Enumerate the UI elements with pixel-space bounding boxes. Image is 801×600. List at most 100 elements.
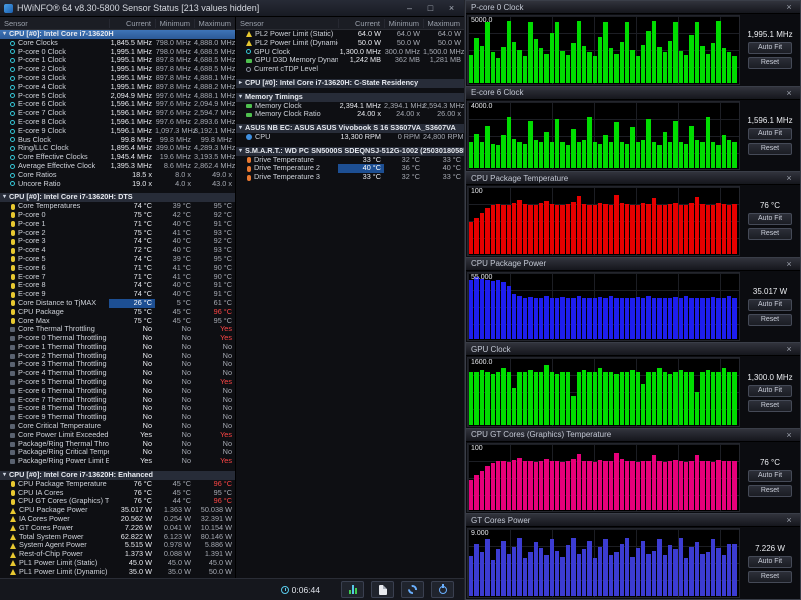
reset-button[interactable]: Reset (748, 228, 792, 241)
sensor-row[interactable]: Core Max 75 °C 45 °C 95 °C (0, 316, 235, 326)
reset-button[interactable]: Reset (748, 570, 792, 583)
sensor-row[interactable]: Core Distance to TjMAX 26 °C 5 °C 61 °C (0, 298, 235, 308)
sensor-row[interactable]: P-core 1 71 °C 40 °C 91 °C (0, 219, 235, 229)
graph-toolbar-button[interactable] (341, 581, 364, 598)
sensor-row[interactable]: CPU Package Temperature 76 °C 45 °C 96 °C (0, 479, 235, 489)
minimize-button[interactable]: – (401, 2, 418, 15)
sensor-row[interactable]: E-core 9 74 °C 40 °C 91 °C (0, 289, 235, 299)
sensor-row[interactable]: CPU 13,300 RPM 0 RPM 24,800 RPM (236, 132, 464, 142)
sensor-row[interactable]: P-core 4 72 °C 40 °C 93 °C (0, 245, 235, 255)
chevron-right-icon[interactable]: ▸ (236, 79, 245, 88)
sensor-row[interactable]: P-core 2 75 °C 41 °C 93 °C (0, 228, 235, 238)
close-icon[interactable]: × (783, 344, 795, 354)
sensor-row[interactable]: P-core 3 Thermal Throttling No No No (0, 360, 235, 369)
settings-button[interactable] (401, 581, 424, 598)
close-icon[interactable]: × (783, 2, 795, 12)
sensor-row[interactable]: P-core 0 75 °C 42 °C 92 °C (0, 210, 235, 220)
auto-fit-button[interactable]: Auto Fit (748, 299, 792, 312)
reset-button[interactable]: Reset (748, 314, 792, 327)
sensor-row[interactable]: Drive Temperature 33 °C 32 °C 33 °C (236, 155, 464, 165)
chevron-down-icon[interactable]: ▾ (0, 193, 9, 202)
sensor-row[interactable]: Drive Temperature 3 33 °C 32 °C 33 °C (236, 172, 464, 182)
sensor-row[interactable]: P-core 5 Thermal Throttling No No Yes (0, 377, 235, 387)
reset-button[interactable]: Reset (748, 57, 792, 70)
section-header[interactable]: ▸ CPU [#0]: Intel Core i7-13620H: C-State… (236, 78, 464, 88)
sensor-row[interactable]: P-core 1 Thermal Throttling No No No (0, 342, 235, 352)
sensor-row[interactable]: P-core 2 Thermal Throttling No No No (0, 351, 235, 361)
graph-titlebar[interactable]: GPU Clock × (466, 343, 800, 357)
sensor-row[interactable]: PL2 Power Limit (Static) 64.0 W 64.0 W 64.0… (236, 30, 464, 39)
chevron-down-icon[interactable]: ▾ (236, 93, 245, 102)
sensor-row[interactable]: Memory Clock 2,394.1 MHz 2,394.1 MHz 2,594.… (236, 101, 464, 111)
sensor-row[interactable]: P-core 5 74 °C 39 °C 95 °C (0, 254, 235, 264)
close-icon[interactable]: × (783, 173, 795, 183)
sensor-row[interactable]: Package/Ring Critical TemperatureNoNoNo (0, 448, 235, 457)
section-header[interactable]: ▾ S.M.A.R.T.: WD PC SN5000S SDEQNSJ-512G-… (236, 146, 464, 156)
sensor-row[interactable]: Drive Temperature 2 40 °C 36 °C 40 °C (236, 164, 464, 174)
sensor-row[interactable]: E-core 8 Thermal Throttling No No No (0, 404, 235, 413)
sensor-row[interactable]: Package/Ring Power Limit Exce... Yes No Yes (0, 456, 235, 466)
sensor-row[interactable]: E-core 8 74 °C 40 °C 91 °C (0, 281, 235, 290)
graph-titlebar[interactable]: P-core 0 Clock × (466, 1, 800, 14)
sensor-row[interactable]: E-core 9 Clock 1,596.1 MHz 1,097.3 MHz 3,19… (0, 126, 235, 136)
graph-titlebar[interactable]: GT Cores Power × (466, 514, 800, 528)
close-icon[interactable]: × (783, 259, 795, 269)
sensor-row[interactable]: CPU Package 75 °C 45 °C 96 °C (0, 307, 235, 317)
graph-titlebar[interactable]: E-core 6 Clock × (466, 86, 800, 100)
reset-button[interactable]: Reset (748, 399, 792, 412)
chevron-down-icon[interactable]: ▾ (236, 124, 245, 133)
sensor-row[interactable]: GPU D3D Memory Dynamic 1,242 MB 362 MB 1,28… (236, 56, 464, 65)
sensor-row[interactable]: E-core 7 71 °C 41 °C 90 °C (0, 272, 235, 282)
close-icon[interactable]: × (783, 515, 795, 525)
sensor-row[interactable]: IA Cores Power 20.562 W 0.254 W 32.391 W (0, 514, 235, 524)
close-icon[interactable]: × (783, 430, 795, 440)
sensor-row[interactable]: P-core 0 Thermal Throttling No No Yes (0, 333, 235, 343)
auto-fit-button[interactable]: Auto Fit (748, 42, 792, 55)
sensor-row[interactable]: Core Temperatures 74 °C 39 °C 95 °C (0, 201, 235, 211)
report-button[interactable] (371, 581, 394, 598)
power-button[interactable] (431, 581, 454, 598)
sensor-row[interactable]: CPU IA Cores 76 °C 45 °C 95 °C (0, 488, 235, 498)
sensor-row[interactable]: GT Cores Power 7.226 W 0.041 W 10.154 W (0, 523, 235, 533)
reset-button[interactable]: Reset (748, 142, 792, 155)
sensor-row[interactable]: System Agent Power 5.515 W 0.978 W 5.886 W (0, 541, 235, 550)
sensor-row[interactable]: E-core 6 71 °C 41 °C 90 °C (0, 263, 235, 273)
sensor-row[interactable]: Core Critical Temperature No No No (0, 421, 235, 431)
sensor-row[interactable]: E-core 6 Thermal Throttling No No No (0, 386, 235, 396)
sensor-row[interactable]: Current cTDP Level (236, 65, 464, 74)
sensor-row[interactable]: Core Ratios 18.5 x 8.0 x 49.0 x (0, 170, 235, 180)
sensor-row[interactable]: P-core 4 Thermal Throttling No No No (0, 368, 235, 378)
reset-button[interactable]: Reset (748, 485, 792, 498)
chevron-down-icon[interactable]: ▾ (0, 471, 9, 480)
sensor-row[interactable]: Memory Clock Ratio 24.00 x 24.00 x 26.00 x (236, 110, 464, 119)
sensor-row[interactable]: Core Power Limit Exceeded Yes No Yes (0, 430, 235, 440)
maximize-button[interactable]: □ (422, 2, 439, 15)
graph-titlebar[interactable]: CPU Package Temperature × (466, 172, 800, 186)
sensor-row[interactable]: E-core 9 Thermal Throttling No No No (0, 412, 235, 422)
titlebar[interactable]: HWiNFO® 64 v8.30-5800 Sensor Status [213… (0, 0, 464, 17)
auto-fit-button[interactable]: Auto Fit (748, 384, 792, 397)
graph-titlebar[interactable]: CPU GT Cores (Graphics) Temperature × (466, 428, 800, 442)
sensor-row[interactable]: Rest-of-Chip Power 1.373 W 0.088 W 1.391 W (0, 549, 235, 559)
sensor-row[interactable]: Core Thermal Throttling No No Yes (0, 324, 235, 334)
close-icon[interactable]: × (783, 88, 795, 98)
auto-fit-button[interactable]: Auto Fit (748, 213, 792, 226)
auto-fit-button[interactable]: Auto Fit (748, 470, 792, 483)
close-button[interactable]: × (443, 2, 460, 15)
sensor-row[interactable]: PL1 Power Limit (Dynamic) 35.0 W 35.0 W 50.… (0, 567, 235, 577)
sensor-row[interactable]: E-core 7 Thermal Throttling No No No (0, 395, 235, 405)
chevron-down-icon[interactable]: ▾ (0, 30, 9, 39)
sensor-row[interactable]: PL1 Power Limit (Static) 45.0 W 45.0 W 45.0… (0, 558, 235, 568)
sensor-row[interactable]: CPU Package Power 35.017 W 1.363 W 50.038 W (0, 505, 235, 515)
sensor-row[interactable]: Package/Ring Thermal ThrottlingNoNoNo (0, 439, 235, 449)
auto-fit-button[interactable]: Auto Fit (748, 555, 792, 568)
chevron-down-icon[interactable]: ▾ (236, 147, 245, 156)
section-header[interactable]: ▾ CPU [#0]: Intel Core i7-13620H: DTS (0, 193, 235, 203)
sensor-row[interactable]: CPU GT Cores (Graphics) Temper...76 °C44… (0, 497, 235, 506)
section-header[interactable]: ▾ CPU [#0]: Intel Core i7-13620H: Enhance… (0, 471, 235, 480)
sensor-row[interactable]: Average Effective Clock 1,395.3 MHz 8.6 MH… (0, 161, 235, 171)
graph-titlebar[interactable]: CPU Package Power × (466, 257, 800, 271)
sensor-row[interactable]: P-core 3 74 °C 40 °C 92 °C (0, 237, 235, 246)
auto-fit-button[interactable]: Auto Fit (748, 127, 792, 140)
sensor-row[interactable]: Uncore Ratio 19.0 x 4.0 x 43.0 x (0, 179, 235, 189)
